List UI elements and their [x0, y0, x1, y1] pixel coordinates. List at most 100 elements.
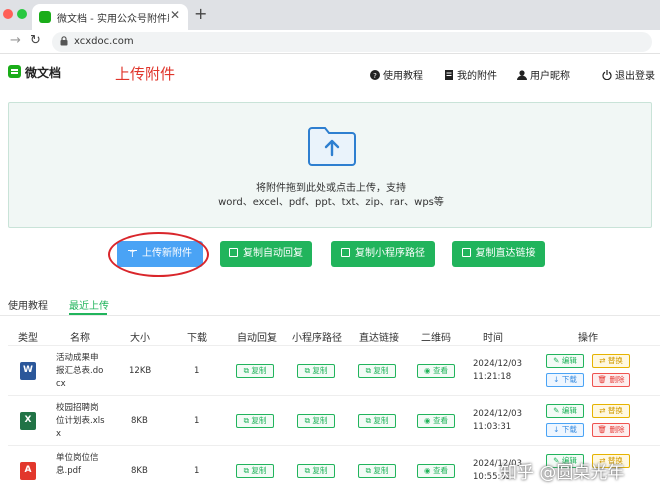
file-size: 8KB — [131, 466, 148, 476]
reload-icon[interactable]: ↻ — [30, 33, 41, 48]
upload-dropzone[interactable]: 将附件拖到此处或点击上传，支持 word、excel、pdf、ppt、txt、z… — [8, 102, 652, 228]
download-button[interactable]: ↓ 下载 — [546, 373, 584, 387]
view-label: 查看 — [432, 466, 448, 475]
window-close-control[interactable] — [3, 9, 13, 19]
copy-label: 复制 — [373, 416, 389, 425]
nav-user[interactable]: 用户昵称 — [517, 67, 570, 82]
copy-label: 复制 — [373, 466, 389, 475]
copy-direct-link-button[interactable]: 复制直达链接 — [452, 241, 545, 267]
tab-recent-uploads[interactable]: 最近上传 — [69, 297, 109, 312]
tab-tutorial[interactable]: 使用教程 — [8, 297, 48, 312]
pdf-file-icon: A — [20, 462, 36, 480]
url-field[interactable]: xcxdoc.com — [52, 32, 652, 52]
col-header-actions: 操作 — [578, 333, 598, 344]
file-size: 12KB — [129, 366, 152, 376]
copy-label: 复制 — [312, 466, 328, 475]
view-qrcode-button[interactable]: ◉ 查看 — [417, 414, 455, 428]
page-title: 上传附件 — [115, 65, 176, 83]
copy-icon — [229, 248, 238, 257]
supported-formats: word、excel、pdf、ppt、txt、zip、rar、wps等 — [218, 197, 444, 208]
watermark: 知乎 @圆桌光年 — [500, 463, 625, 483]
file-name[interactable]: 单位岗位信息.pdf — [56, 452, 106, 478]
copy-icon — [461, 248, 471, 257]
copy-label: 复制 — [251, 366, 267, 375]
copy-icon — [341, 248, 350, 257]
copy-direct-link-row-button[interactable]: ⧉ 复制 — [358, 364, 396, 378]
col-header-type: 类型 — [18, 333, 38, 344]
edit-button[interactable]: ✎ 编辑 — [546, 404, 584, 418]
upload-time: 2024/12/03 11:21:18 — [473, 359, 522, 382]
nav-user-label: 用户昵称 — [530, 71, 570, 82]
file-name[interactable]: 校园招聘岗位计划表.xlsx — [56, 402, 106, 441]
nav-logout[interactable]: 退出登录 — [602, 67, 655, 82]
download-count: 1 — [194, 466, 200, 476]
copy-auto-reply-row-button[interactable]: ⧉ 复制 — [236, 364, 274, 378]
address-bar: → ↻ xcxdoc.com — [0, 30, 660, 54]
table-row: W 活动成果申报汇总表.docx 12KB 1 ⧉ 复制 ⧉ 复制 ⧉ 复制 ◉… — [8, 345, 660, 395]
edit-label: 编辑 — [561, 356, 577, 365]
delete-label: 删除 — [609, 425, 625, 434]
copy-mini-path-button[interactable]: 复制小程序路径 — [331, 241, 435, 267]
document-icon — [445, 70, 453, 80]
nav-tutorial[interactable]: ? 使用教程 — [370, 67, 423, 82]
nav-my-files[interactable]: 我的附件 — [444, 67, 497, 82]
logo-text[interactable]: 微文档 — [25, 64, 61, 81]
copy-direct-link-row-button[interactable]: ⧉ 复制 — [358, 464, 396, 478]
download-label: 下载 — [561, 425, 577, 434]
view-qrcode-button[interactable]: ◉ 查看 — [417, 364, 455, 378]
copy-mini-path-row-button[interactable]: ⧉ 复制 — [297, 364, 335, 378]
edit-label: 编辑 — [561, 406, 577, 415]
app-header: 微文档 上传附件 ? 使用教程 我的附件 用户昵称 退出登录 — [0, 54, 660, 94]
lock-icon — [60, 36, 68, 46]
help-icon: ? — [370, 70, 380, 80]
url-text: xcxdoc.com — [74, 36, 134, 47]
upload-folder-icon — [308, 127, 356, 166]
browser-tab-bar: 微文档 - 实用公众号附件助手, ✕ + — [0, 0, 660, 30]
view-qrcode-button[interactable]: ◉ 查看 — [417, 464, 455, 478]
forward-icon[interactable]: → — [10, 33, 21, 48]
col-header-time: 时间 — [483, 333, 503, 344]
download-count: 1 — [194, 416, 200, 426]
copy-label: 复制 — [312, 366, 328, 375]
logo-icon — [8, 65, 21, 78]
nav-logout-label: 退出登录 — [615, 71, 655, 82]
copy-auto-reply-label: 复制自动回复 — [243, 248, 303, 259]
power-icon — [602, 70, 612, 80]
copy-direct-link-label: 复制直达链接 — [475, 248, 536, 259]
view-label: 查看 — [432, 366, 448, 375]
copy-direct-link-row-button[interactable]: ⧉ 复制 — [358, 414, 396, 428]
copy-auto-reply-row-button[interactable]: ⧉ 复制 — [236, 414, 274, 428]
svg-text:?: ? — [373, 72, 377, 80]
nav-tutorial-label: 使用教程 — [383, 71, 423, 82]
file-size: 8KB — [131, 416, 148, 426]
col-header-auto-reply: 自动回复 — [237, 333, 277, 344]
copy-auto-reply-row-button[interactable]: ⧉ 复制 — [236, 464, 274, 478]
copy-label: 复制 — [251, 416, 267, 425]
tab-close-icon[interactable]: ✕ — [170, 8, 180, 22]
window-maximize-control[interactable] — [17, 9, 27, 19]
edit-button[interactable]: ✎ 编辑 — [546, 354, 584, 368]
col-header-size: 大小 — [130, 333, 150, 344]
copy-mini-path-row-button[interactable]: ⧉ 复制 — [297, 464, 335, 478]
copy-label: 复制 — [373, 366, 389, 375]
copy-label: 复制 — [312, 416, 328, 425]
col-header-downloads: 下载 — [187, 333, 207, 344]
col-header-mini-path: 小程序路径 — [292, 333, 342, 344]
new-tab-icon[interactable]: + — [194, 4, 207, 23]
delete-button[interactable]: 🗑 删除 — [592, 423, 630, 437]
replace-button[interactable]: ⇄ 替换 — [592, 354, 630, 368]
excel-file-icon: X — [20, 412, 36, 430]
browser-tab[interactable]: 微文档 - 实用公众号附件助手, ✕ — [32, 4, 188, 30]
file-name[interactable]: 活动成果申报汇总表.docx — [56, 352, 106, 391]
copy-auto-reply-button[interactable]: 复制自动回复 — [220, 241, 312, 267]
nav-my-files-label: 我的附件 — [457, 71, 497, 82]
highlight-circle — [108, 232, 209, 277]
file-icon-letter: A — [24, 465, 32, 475]
copy-mini-path-row-button[interactable]: ⧉ 复制 — [297, 414, 335, 428]
delete-button[interactable]: 🗑 删除 — [592, 373, 630, 387]
replace-button[interactable]: ⇄ 替换 — [592, 404, 630, 418]
download-button[interactable]: ↓ 下载 — [546, 423, 584, 437]
download-count: 1 — [194, 366, 200, 376]
word-file-icon: W — [20, 362, 36, 380]
replace-label: 替换 — [607, 406, 623, 415]
